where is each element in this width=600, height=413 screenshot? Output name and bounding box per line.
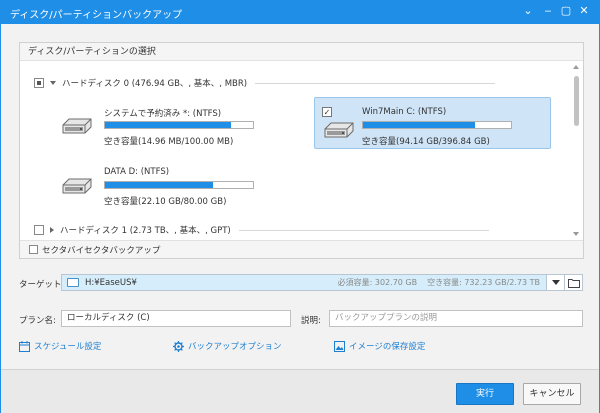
partition-name: DATA D: (NTFS)	[104, 167, 170, 177]
disk-1-label: ハードディスク 1 (2.73 TB、, 基本、, GPT)	[60, 226, 231, 236]
minimize-button[interactable]: ‒	[540, 3, 556, 19]
image-settings-link-label: イメージの保存設定	[349, 342, 426, 352]
window-title: ディスク/パーティションバックアップ	[10, 10, 183, 21]
hard-drive-icon	[62, 118, 92, 134]
expand-arrow-icon[interactable]	[50, 227, 54, 233]
disk-1-checkbox[interactable]	[34, 225, 44, 235]
free-space-text: 空き容量(22.10 GB/80.00 GB)	[104, 197, 227, 207]
divider	[255, 82, 496, 84]
partition-name: Win7Main C: (NTFS)	[362, 107, 447, 117]
target-path: H:¥EaseUS¥	[85, 277, 137, 288]
dialog-body: ディスク/パーティションの選択 ハードディスク 0 (476.94 GB、, 基…	[0, 24, 600, 413]
folder-icon	[67, 278, 79, 287]
usage-bar	[104, 181, 254, 189]
dialog-footer: 実行 キャンセル	[1, 369, 599, 413]
usage-bar-fill	[363, 122, 476, 128]
disk-0-checkbox[interactable]	[34, 78, 44, 88]
maximize-button[interactable]: ▢	[558, 3, 574, 19]
partition-win7main-c[interactable]: ✓ Win7Main C: (NTFS) 空き容量(94.14 GB/396.8…	[314, 97, 552, 157]
target-dropdown-button[interactable]	[546, 275, 564, 290]
disk-row-1[interactable]: ハードディスク 1 (2.73 TB、, 基本、, GPT)	[34, 223, 554, 237]
folder-icon	[567, 278, 580, 288]
run-button[interactable]: 実行	[456, 383, 514, 405]
target-label: ターゲット:	[19, 280, 65, 290]
scroll-down-icon[interactable]	[573, 232, 579, 236]
calendar-icon	[19, 340, 30, 352]
target-field[interactable]: H:¥EaseUS¥ 必須容量: 302.70 GB 空き容量: 732.23 …	[61, 274, 583, 291]
image-settings-link[interactable]: イメージの保存設定	[334, 340, 425, 352]
usage-bar	[104, 121, 254, 129]
browse-folder-button[interactable]	[564, 275, 582, 290]
required-space: 必須容量: 302.70 GB	[337, 278, 418, 287]
gear-icon	[173, 340, 184, 352]
free-space-text: 空き容量(94.14 GB/396.84 GB)	[362, 137, 490, 147]
partition-name: システムで予約済み *: (NTFS)	[104, 109, 222, 119]
usage-bar-fill	[105, 122, 231, 128]
divider	[238, 229, 489, 231]
backup-options-link[interactable]: バックアップオプション	[173, 340, 282, 352]
schedule-link[interactable]: スケジュール設定	[19, 340, 101, 352]
description-input[interactable]: バックアッププランの説明	[329, 310, 583, 327]
description-label: 説明:	[301, 316, 321, 326]
scrollbar-thumb[interactable]	[574, 76, 579, 126]
image-icon	[334, 340, 345, 352]
sector-backup-checkbox[interactable]	[29, 245, 38, 254]
target-free-space: 空き容量: 732.23 GB/2.73 TB	[427, 278, 540, 287]
usage-bar-fill	[105, 182, 214, 188]
chevron-down-icon[interactable]: ⌄	[520, 3, 536, 19]
partition-data-d[interactable]: DATA D: (NTFS) 空き容量(22.10 GB/80.00 GB)	[60, 167, 270, 217]
usage-bar	[362, 121, 512, 129]
close-button[interactable]: ✕	[576, 3, 592, 19]
title-bar: ディスク/パーティションバックアップ ⌄ ‒ ▢ ✕	[0, 0, 600, 24]
partition-checkbox[interactable]: ✓	[322, 107, 332, 117]
vertical-scrollbar[interactable]	[572, 62, 582, 242]
disk-row-0[interactable]: ハードディスク 0 (476.94 GB、, 基本、, MBR)	[34, 76, 554, 90]
cancel-button[interactable]: キャンセル	[523, 383, 581, 405]
expand-arrow-icon[interactable]	[50, 81, 56, 85]
hard-drive-icon	[62, 178, 92, 194]
free-space-text: 空き容量(14.96 MB/100.00 MB)	[104, 137, 234, 147]
plan-name-label: プラン名:	[19, 316, 56, 326]
hard-drive-icon	[324, 122, 354, 138]
plan-name-input[interactable]: ローカルディスク (C)	[61, 310, 291, 327]
chevron-down-icon	[551, 280, 560, 285]
scroll-up-icon[interactable]	[573, 65, 579, 69]
disk-0-label: ハードディスク 0 (476.94 GB、, 基本、, MBR)	[62, 79, 248, 89]
schedule-link-label: スケジュール設定	[34, 342, 102, 352]
sector-backup-label: セクタバイセクタバックアップ	[42, 245, 161, 256]
backup-options-link-label: バックアップオプション	[188, 342, 282, 352]
panel-header: ディスク/パーティションの選択	[20, 43, 583, 61]
partition-system-reserved[interactable]: システムで予約済み *: (NTFS) 空き容量(14.96 MB/100.00…	[60, 107, 270, 157]
disk-selection-panel: ディスク/パーティションの選択 ハードディスク 0 (476.94 GB、, 基…	[19, 42, 584, 259]
sector-backup-option[interactable]: セクタバイセクタバックアップ	[20, 240, 583, 258]
